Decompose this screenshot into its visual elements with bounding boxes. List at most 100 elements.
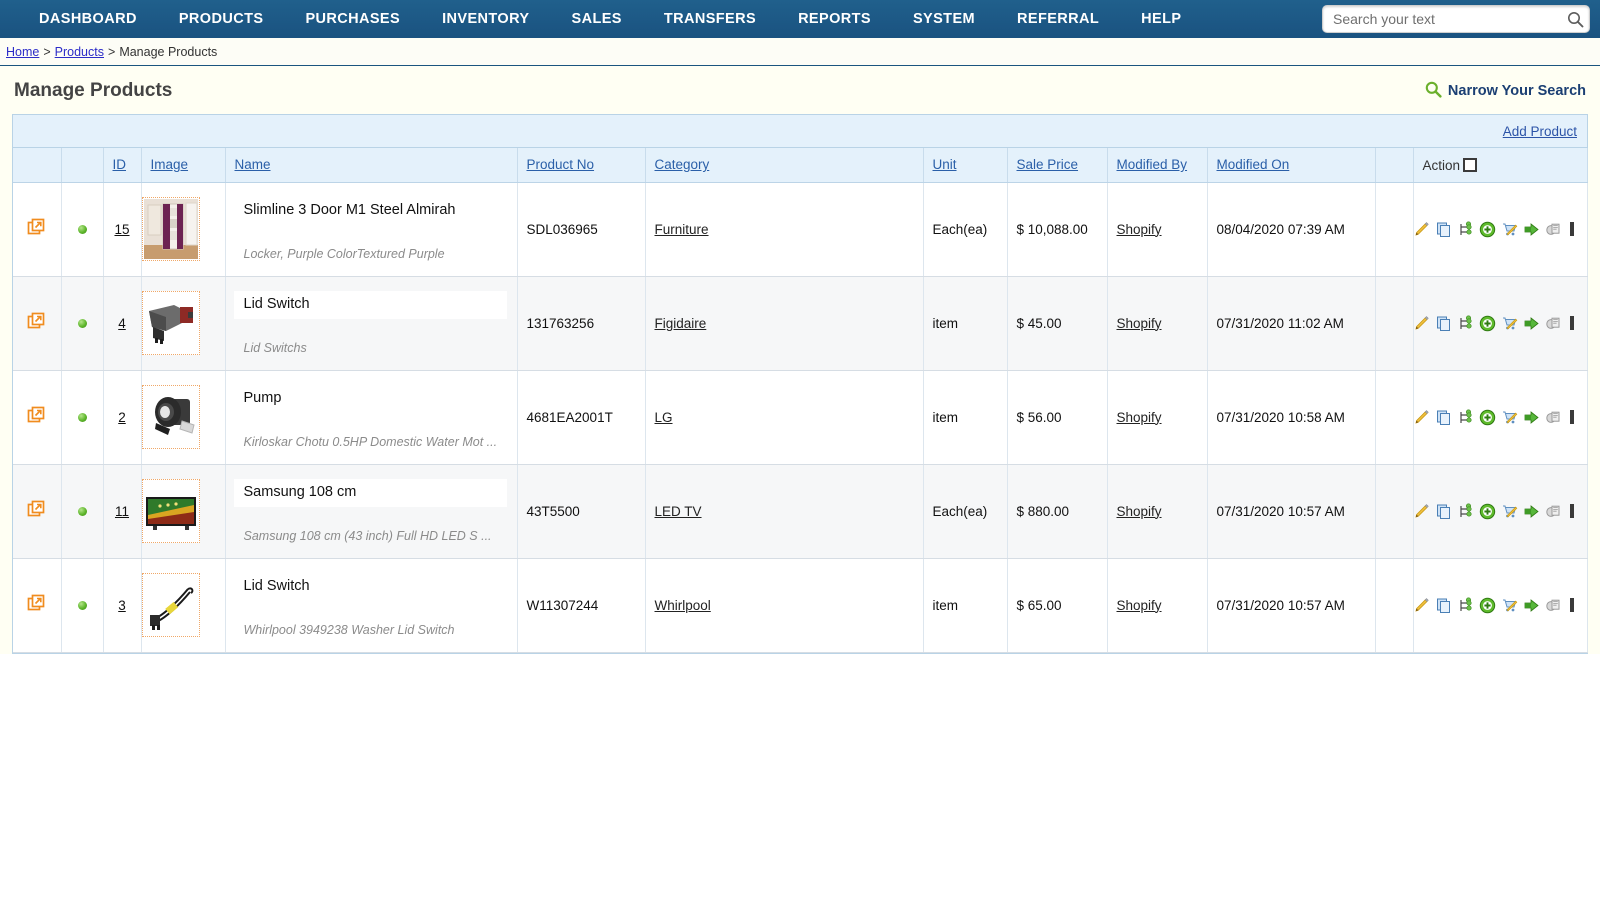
open-detail-cell[interactable] <box>13 464 61 558</box>
hierarchy-tree-icon[interactable] <box>1457 220 1474 239</box>
copy-duplicate-icon[interactable] <box>1435 502 1452 521</box>
search-icon[interactable] <box>1561 6 1589 32</box>
category-link[interactable]: Whirlpool <box>655 598 711 613</box>
sort-product-no[interactable]: Product No <box>527 157 595 172</box>
hierarchy-tree-icon[interactable] <box>1457 314 1474 333</box>
green-arrow-icon[interactable] <box>1523 408 1540 427</box>
sort-category[interactable]: Category <box>655 157 710 172</box>
modified-by-link[interactable]: Shopify <box>1117 316 1162 331</box>
green-arrow-icon[interactable] <box>1523 596 1540 615</box>
pencil-edit-icon[interactable] <box>1413 408 1430 427</box>
add-circle-icon[interactable] <box>1479 220 1496 239</box>
cart-edit-icon[interactable] <box>1501 596 1518 615</box>
green-arrow-icon[interactable] <box>1523 314 1540 333</box>
breadcrumb-products[interactable]: Products <box>55 45 104 59</box>
col-status <box>61 148 103 182</box>
sort-name[interactable]: Name <box>235 157 271 172</box>
sort-modified-by[interactable]: Modified By <box>1117 157 1188 172</box>
category-link[interactable]: Furniture <box>655 222 709 237</box>
col-modified-on: Modified On <box>1207 148 1375 182</box>
pencil-edit-icon[interactable] <box>1413 314 1430 333</box>
row-select-checkbox[interactable] <box>1570 598 1574 612</box>
nav-transfers[interactable]: TRANSFERS <box>643 11 777 27</box>
cart-edit-icon[interactable] <box>1501 220 1518 239</box>
cart-edit-icon[interactable] <box>1501 314 1518 333</box>
pencil-edit-icon[interactable] <box>1413 596 1430 615</box>
row-select-checkbox[interactable] <box>1570 222 1574 236</box>
product-id-link[interactable]: 15 <box>114 222 129 237</box>
sort-sale-price[interactable]: Sale Price <box>1017 157 1079 172</box>
cart-edit-icon[interactable] <box>1501 408 1518 427</box>
category-link[interactable]: LED TV <box>655 504 702 519</box>
nav-help[interactable]: HELP <box>1120 11 1202 27</box>
sort-modified-on[interactable]: Modified On <box>1217 157 1290 172</box>
global-search-box[interactable] <box>1322 5 1590 33</box>
narrow-your-search-button[interactable]: Narrow Your Search <box>1425 81 1586 102</box>
nav-reports[interactable]: REPORTS <box>777 11 892 27</box>
category-link[interactable]: Figidaire <box>655 316 707 331</box>
sort-unit[interactable]: Unit <box>933 157 957 172</box>
pencil-edit-icon[interactable] <box>1413 220 1430 239</box>
search-input[interactable] <box>1323 6 1561 32</box>
copy-duplicate-icon[interactable] <box>1435 408 1452 427</box>
open-detail-cell[interactable] <box>13 370 61 464</box>
nav-referral[interactable]: REFERRAL <box>996 11 1120 27</box>
modified-by-link[interactable]: Shopify <box>1117 504 1162 519</box>
modified-by-link[interactable]: Shopify <box>1117 222 1162 237</box>
product-thumbnail[interactable] <box>142 573 200 637</box>
print-icon[interactable] <box>1545 502 1562 521</box>
green-arrow-icon[interactable] <box>1523 220 1540 239</box>
nav-products[interactable]: PRODUCTS <box>158 11 285 27</box>
hierarchy-tree-icon[interactable] <box>1457 596 1474 615</box>
row-select-checkbox[interactable] <box>1570 504 1574 518</box>
open-external-icon[interactable] <box>27 601 46 616</box>
open-detail-cell[interactable] <box>13 182 61 276</box>
select-all-checkbox[interactable] <box>1463 158 1477 172</box>
open-external-icon[interactable] <box>27 225 46 240</box>
copy-duplicate-icon[interactable] <box>1435 596 1452 615</box>
breadcrumb-home[interactable]: Home <box>6 45 39 59</box>
open-external-icon[interactable] <box>27 413 46 428</box>
print-icon[interactable] <box>1545 596 1562 615</box>
open-detail-cell[interactable] <box>13 276 61 370</box>
copy-duplicate-icon[interactable] <box>1435 314 1452 333</box>
open-external-icon[interactable] <box>27 319 46 334</box>
print-icon[interactable] <box>1545 220 1562 239</box>
modified-by-link[interactable]: Shopify <box>1117 598 1162 613</box>
cart-edit-icon[interactable] <box>1501 502 1518 521</box>
open-external-icon[interactable] <box>27 507 46 522</box>
sort-image[interactable]: Image <box>151 157 189 172</box>
open-detail-cell[interactable] <box>13 558 61 652</box>
product-id-link[interactable]: 4 <box>118 316 126 331</box>
add-circle-icon[interactable] <box>1479 314 1496 333</box>
row-select-checkbox[interactable] <box>1570 316 1574 330</box>
row-select-checkbox[interactable] <box>1570 410 1574 424</box>
green-arrow-icon[interactable] <box>1523 502 1540 521</box>
copy-duplicate-icon[interactable] <box>1435 220 1452 239</box>
product-thumbnail[interactable] <box>142 479 200 543</box>
print-icon[interactable] <box>1545 408 1562 427</box>
product-thumbnail[interactable] <box>142 291 200 355</box>
product-thumbnail[interactable] <box>142 197 200 261</box>
add-circle-icon[interactable] <box>1479 502 1496 521</box>
product-id-link[interactable]: 3 <box>118 598 126 613</box>
hierarchy-tree-icon[interactable] <box>1457 502 1474 521</box>
nav-purchases[interactable]: PURCHASES <box>284 11 421 27</box>
nav-inventory[interactable]: INVENTORY <box>421 11 550 27</box>
pencil-edit-icon[interactable] <box>1413 502 1430 521</box>
add-circle-icon[interactable] <box>1479 408 1496 427</box>
category-link[interactable]: LG <box>655 410 673 425</box>
nav-sales[interactable]: SALES <box>551 11 643 27</box>
nav-dashboard[interactable]: DASHBOARD <box>18 11 158 27</box>
add-product-link[interactable]: Add Product <box>1503 124 1577 139</box>
sort-id[interactable]: ID <box>113 157 127 172</box>
row-action-buttons <box>1423 314 1578 333</box>
nav-system[interactable]: SYSTEM <box>892 11 996 27</box>
hierarchy-tree-icon[interactable] <box>1457 408 1474 427</box>
product-id-link[interactable]: 2 <box>118 410 126 425</box>
modified-by-link[interactable]: Shopify <box>1117 410 1162 425</box>
add-circle-icon[interactable] <box>1479 596 1496 615</box>
product-thumbnail[interactable] <box>142 385 200 449</box>
print-icon[interactable] <box>1545 314 1562 333</box>
product-id-link[interactable]: 11 <box>115 504 129 519</box>
